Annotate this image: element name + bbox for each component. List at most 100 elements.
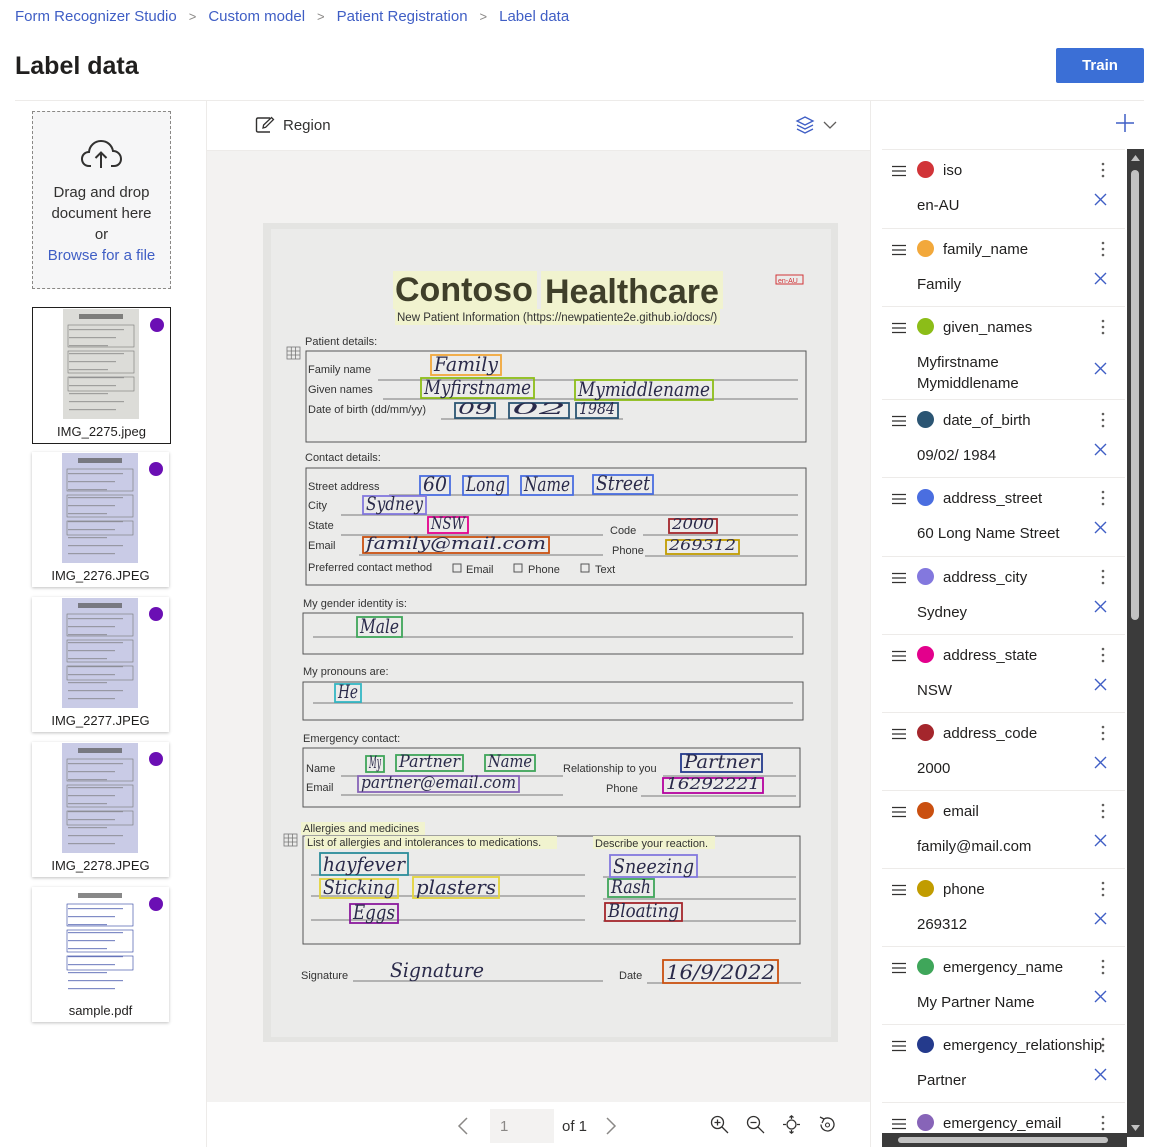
field-item[interactable]: family_name Family <box>882 228 1125 306</box>
document-page[interactable]: Contoso Healthcare en-AU New Patient Inf… <box>263 223 838 1042</box>
chevron-left-icon[interactable] <box>457 1116 469 1136</box>
add-field-icon[interactable] <box>1115 113 1135 133</box>
field-item[interactable]: address_state NSW <box>882 634 1125 712</box>
field-item[interactable]: given_names Myfirstname Mymiddlename <box>882 306 1125 399</box>
field-color-dot <box>917 958 934 975</box>
close-icon[interactable] <box>1094 362 1107 375</box>
drag-handle-icon[interactable] <box>891 165 907 177</box>
more-options-icon[interactable] <box>1101 490 1105 506</box>
more-options-icon[interactable] <box>1101 1115 1105 1131</box>
handwritten-text: Rash <box>610 876 651 898</box>
field-item[interactable]: email family@mail.com <box>882 790 1125 868</box>
handwritten-text: Name <box>523 472 570 496</box>
fields-panel: iso en-AU family_name Family given_names Myfi… <box>882 101 1134 1148</box>
drag-handle-icon[interactable] <box>891 415 907 427</box>
close-icon[interactable] <box>1094 756 1107 769</box>
field-item[interactable]: address_code 2000 <box>882 712 1125 790</box>
more-options-icon[interactable] <box>1101 241 1105 257</box>
field-item[interactable]: address_street 60 Long Name Street <box>882 477 1125 556</box>
handwritten-text: Street <box>596 471 651 495</box>
layers-dropdown[interactable] <box>795 115 837 135</box>
page-number-input[interactable] <box>490 1109 554 1143</box>
rotate-icon[interactable] <box>818 1115 837 1134</box>
chevron-right-icon: > <box>317 9 325 24</box>
close-icon[interactable] <box>1094 521 1107 534</box>
region-button[interactable]: Region <box>255 116 331 134</box>
doc-section-emergency: Emergency contact: <box>303 733 400 745</box>
scroll-thumb[interactable] <box>1131 170 1139 620</box>
more-options-icon[interactable] <box>1101 647 1105 663</box>
drag-handle-icon[interactable] <box>891 728 907 740</box>
more-options-icon[interactable] <box>1101 959 1105 975</box>
more-options-icon[interactable] <box>1101 1037 1105 1053</box>
more-options-icon[interactable] <box>1101 162 1105 178</box>
breadcrumb-custom-model[interactable]: Custom model <box>208 8 305 25</box>
handwritten-text: Partner <box>398 752 461 772</box>
file-thumbnail[interactable]: IMG_2276.JPEG <box>32 452 169 587</box>
drag-handle-icon[interactable] <box>891 884 907 896</box>
close-icon[interactable] <box>1094 834 1107 847</box>
train-button[interactable]: Train <box>1056 48 1144 83</box>
upload-dropzone[interactable]: Drag and drop document here or Browse fo… <box>32 111 171 289</box>
doc-label-city: City <box>308 500 327 512</box>
zoom-in-icon[interactable] <box>710 1115 729 1134</box>
drag-handle-icon[interactable] <box>891 1118 907 1130</box>
field-item[interactable]: emergency_name My Partner Name <box>882 946 1125 1024</box>
handwritten-text: 2000 <box>671 515 715 533</box>
close-icon[interactable] <box>1094 193 1107 206</box>
more-options-icon[interactable] <box>1101 412 1105 428</box>
file-thumbnail[interactable]: sample.pdf <box>32 887 169 1022</box>
breadcrumb-current[interactable]: Label data <box>499 8 569 25</box>
close-icon[interactable] <box>1094 600 1107 613</box>
breadcrumb-project[interactable]: Patient Registration <box>337 8 468 25</box>
drag-handle-icon[interactable] <box>891 1040 907 1052</box>
drag-handle-icon[interactable] <box>891 493 907 505</box>
more-options-icon[interactable] <box>1101 881 1105 897</box>
document-thumbnail-image <box>62 598 138 708</box>
field-item[interactable]: address_city Sydney <box>882 556 1125 634</box>
fit-page-icon[interactable] <box>782 1115 801 1134</box>
drag-handle-icon[interactable] <box>891 806 907 818</box>
drag-handle-icon[interactable] <box>891 322 907 334</box>
file-name: IMG_2277.JPEG <box>51 713 150 728</box>
chevron-right-icon: > <box>479 9 488 24</box>
close-icon[interactable] <box>1094 272 1107 285</box>
close-icon[interactable] <box>1094 443 1107 456</box>
drag-handle-icon[interactable] <box>891 244 907 256</box>
close-icon[interactable] <box>1094 912 1107 925</box>
browse-file-link[interactable]: Browse for a file <box>33 245 170 266</box>
file-thumbnail[interactable]: IMG_2277.JPEG <box>32 597 169 732</box>
draw-region-icon <box>255 116 275 133</box>
file-thumbnail[interactable]: IMG_2278.JPEG <box>32 742 169 877</box>
document-viewer: Region Contoso Healthcare en-AU New Pati… <box>207 101 870 1147</box>
field-name: address_street <box>943 490 1043 507</box>
fields-scrollbar[interactable] <box>1127 149 1144 1137</box>
field-color-dot <box>917 318 934 335</box>
handwritten-text: Male <box>359 614 399 638</box>
field-item[interactable]: date_of_birth 09/02/ 1984 <box>882 399 1125 477</box>
field-item[interactable]: iso en-AU <box>882 149 1125 228</box>
more-options-icon[interactable] <box>1101 569 1105 585</box>
fields-horizontal-scrollbar[interactable] <box>882 1133 1127 1147</box>
drag-handle-icon[interactable] <box>891 962 907 974</box>
field-value: 09/02/ 1984 <box>917 447 997 464</box>
file-thumbnail[interactable]: IMG_2275.jpeg <box>32 307 171 444</box>
close-icon[interactable] <box>1094 678 1107 691</box>
more-options-icon[interactable] <box>1101 319 1105 335</box>
zoom-out-icon[interactable] <box>746 1115 765 1134</box>
chevron-right-icon[interactable] <box>605 1116 617 1136</box>
more-options-icon[interactable] <box>1101 725 1105 741</box>
doc-label-date: Date <box>619 970 642 982</box>
more-options-icon[interactable] <box>1101 803 1105 819</box>
drag-handle-icon[interactable] <box>891 650 907 662</box>
field-value: family@mail.com <box>917 838 1032 855</box>
close-icon[interactable] <box>1094 1068 1107 1081</box>
breadcrumb-studio[interactable]: Form Recognizer Studio <box>15 8 177 25</box>
field-item[interactable]: phone 269312 <box>882 868 1125 946</box>
scroll-down-arrow-icon[interactable] <box>1127 1121 1144 1135</box>
hscroll-thumb[interactable] <box>898 1137 1108 1143</box>
scroll-up-arrow-icon[interactable] <box>1127 151 1144 165</box>
field-item[interactable]: emergency_relationship Partner <box>882 1024 1125 1102</box>
close-icon[interactable] <box>1094 990 1107 1003</box>
drag-handle-icon[interactable] <box>891 572 907 584</box>
